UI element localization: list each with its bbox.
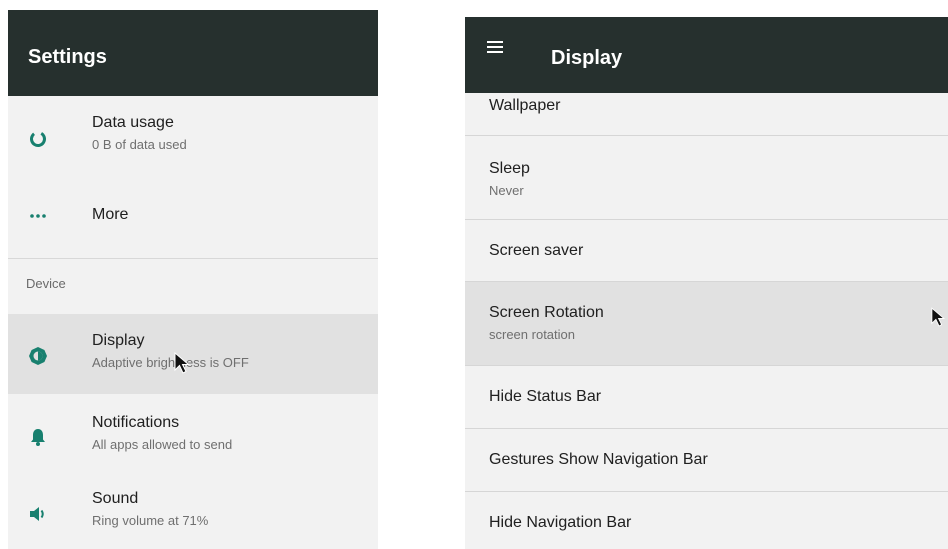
section-label-device: Device: [26, 276, 66, 291]
display-item-title: Screen Rotation: [489, 304, 604, 321]
display-item-sleep[interactable]: Sleep Never: [465, 136, 948, 220]
display-item-subtitle: screen rotation: [489, 327, 575, 342]
settings-item-title: Notifications: [92, 414, 180, 431]
display-item-title: Sleep: [489, 160, 530, 177]
page-title: Settings: [28, 46, 107, 68]
settings-item-more[interactable]: More: [8, 176, 378, 256]
mouse-cursor-icon: [174, 352, 190, 374]
settings-list: Data usage 0 B of data used More Device: [8, 96, 378, 549]
display-item-screen-rotation[interactable]: Screen Rotation screen rotation: [465, 282, 948, 366]
more-dots-icon: [28, 206, 48, 226]
display-item-title: Hide Navigation Bar: [489, 514, 632, 531]
settings-item-subtitle: Adaptive brightness is OFF: [92, 355, 249, 370]
brightness-icon: [28, 346, 48, 366]
settings-item-title: Sound: [92, 490, 139, 507]
settings-item-subtitle: 0 B of data used: [92, 137, 187, 152]
settings-item-title: Display: [92, 332, 145, 349]
display-screen: Display Wallpaper Sleep Never Screen sav…: [465, 17, 948, 549]
divider: [8, 258, 378, 259]
bell-icon: [28, 427, 48, 447]
settings-item-notifications[interactable]: Notifications All apps allowed to send: [8, 394, 378, 474]
display-item-title: Hide Status Bar: [489, 388, 602, 405]
settings-item-subtitle: All apps allowed to send: [92, 437, 233, 452]
display-settings-list: Wallpaper Sleep Never Screen saver Scree…: [465, 93, 948, 549]
settings-screen: Settings Data usage 0 B of data used Mor…: [8, 10, 378, 549]
settings-item-title: Data usage: [92, 114, 174, 131]
settings-item-sound[interactable]: Sound Ring volume at 71%: [8, 474, 378, 549]
display-item-title: Screen saver: [489, 242, 584, 259]
settings-item-subtitle: Ring volume at 71%: [92, 513, 209, 528]
display-item-title: Gestures Show Navigation Bar: [489, 451, 708, 468]
settings-app-bar: Settings: [8, 10, 378, 96]
page-title: Display: [551, 47, 623, 69]
settings-item-data-usage[interactable]: Data usage 0 B of data used: [8, 96, 378, 176]
hamburger-menu-icon[interactable]: [487, 41, 503, 53]
display-app-bar: Display: [465, 17, 948, 93]
display-item-subtitle: Never: [489, 183, 524, 198]
display-item-wallpaper[interactable]: Wallpaper: [465, 93, 948, 136]
display-item-gestures-show-navigation-bar[interactable]: Gestures Show Navigation Bar: [465, 429, 948, 492]
mouse-cursor-icon: [931, 307, 946, 327]
display-item-hide-navigation-bar[interactable]: Hide Navigation Bar: [465, 492, 948, 549]
settings-item-display[interactable]: Display Adaptive brightness is OFF: [8, 314, 378, 394]
settings-item-title: More: [92, 206, 129, 223]
display-item-screen-saver[interactable]: Screen saver: [465, 220, 948, 282]
data-usage-icon: [28, 129, 48, 149]
volume-icon: [28, 504, 48, 524]
display-item-hide-status-bar[interactable]: Hide Status Bar: [465, 366, 948, 429]
display-item-title: Wallpaper: [489, 97, 561, 114]
